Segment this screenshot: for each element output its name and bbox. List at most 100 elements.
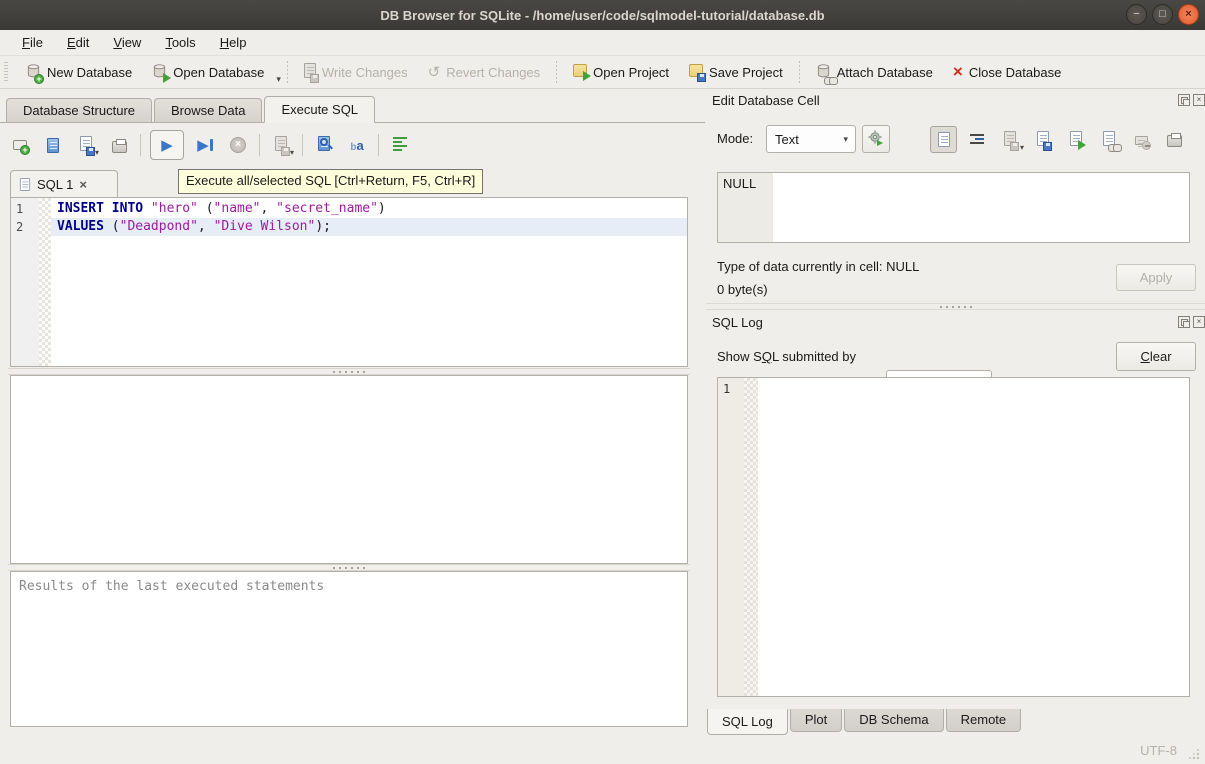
code-area[interactable]: INSERT INTO "hero" ("name", "secret_name…: [51, 198, 687, 366]
minimize-icon[interactable]: −: [1126, 4, 1147, 25]
resize-grip[interactable]: [1189, 749, 1199, 759]
new-database-icon: +: [26, 63, 41, 82]
tab-database-structure[interactable]: Database Structure: [6, 98, 152, 122]
main-toolbar: + New Database Open Database ▾ Write Cha…: [0, 56, 1205, 89]
menu-help[interactable]: Help: [208, 30, 259, 55]
tab-remote[interactable]: Remote: [946, 709, 1022, 732]
sql-log-header: SQL Log: [712, 315, 1192, 333]
find-icon: [318, 136, 330, 154]
toolbar-handle[interactable]: [4, 62, 8, 82]
find-button[interactable]: [312, 132, 336, 158]
import-icon: [1004, 131, 1016, 149]
maximize-icon[interactable]: □: [1152, 4, 1173, 25]
new-sql-tab-button[interactable]: +: [8, 132, 32, 158]
tab-sql-log[interactable]: SQL Log: [707, 709, 788, 735]
dock-float-icon[interactable]: [1178, 94, 1190, 106]
splitter-handle[interactable]: [706, 303, 1205, 310]
show-sql-label: Show SQL submitted by: [717, 349, 856, 364]
tab-browse-data[interactable]: Browse Data: [154, 98, 262, 122]
print-sql-button[interactable]: [107, 132, 131, 158]
sql-log-view[interactable]: 1: [717, 377, 1190, 697]
mode-select[interactable]: Text ▾: [766, 125, 856, 153]
clear-log-button[interactable]: Clear: [1116, 342, 1196, 371]
open-database-dropdown-icon[interactable]: ▾: [276, 74, 281, 88]
cell-editor-toolbar: ▾: [930, 126, 1188, 153]
dock-close-icon[interactable]: ×: [1193, 94, 1205, 106]
line-number: 2: [16, 218, 39, 236]
results-message-pane[interactable]: Results of the last executed statements: [10, 571, 688, 727]
sql-log-dock-buttons: ×: [1178, 316, 1205, 328]
menu-view[interactable]: View: [101, 30, 153, 55]
text-document-icon: [938, 132, 950, 147]
menu-bar: File Edit View Tools Help: [0, 30, 1205, 56]
open-in-app-button[interactable]: [1062, 126, 1089, 153]
tab-close-icon[interactable]: ×: [79, 177, 87, 192]
new-database-button[interactable]: + New Database: [16, 58, 142, 86]
tab-db-schema[interactable]: DB Schema: [844, 709, 943, 732]
toolbar-separator: [287, 61, 288, 83]
toolbar-separator: [140, 134, 141, 156]
bottom-tab-bar: SQL Log Plot DB Schema Remote: [707, 709, 1021, 735]
save-sql-dropdown-icon[interactable]: ▾: [95, 148, 99, 157]
save-project-icon: [689, 64, 703, 80]
menu-edit[interactable]: Edit: [55, 30, 101, 55]
sql-file-tab-label: SQL 1: [37, 177, 73, 192]
edit-cell-header: Edit Database Cell: [712, 93, 1192, 111]
dock-float-icon[interactable]: [1178, 316, 1190, 328]
copy-link-button[interactable]: [1095, 126, 1122, 153]
save-sql-file-button[interactable]: ▾: [74, 132, 98, 158]
open-sql-file-button[interactable]: [41, 132, 65, 158]
format-icon: [393, 137, 407, 153]
attach-database-icon: [816, 63, 831, 82]
open-project-button[interactable]: Open Project: [563, 58, 679, 86]
results-grid-pane[interactable]: [10, 375, 688, 564]
word-wrap-icon: [970, 134, 984, 146]
toolbar-separator: [259, 134, 260, 156]
close-icon[interactable]: ×: [1178, 4, 1199, 25]
cell-value-editor[interactable]: NULL: [717, 172, 1190, 243]
code-line-current: VALUES ("Deadpond", "Dive Wilson");: [51, 218, 687, 236]
close-database-button[interactable]: × Close Database: [943, 58, 1071, 86]
dock-close-icon[interactable]: ×: [1193, 316, 1205, 328]
tooltip: Execute all/selected SQL [Ctrl+Return, F…: [178, 169, 483, 194]
menu-file[interactable]: File: [10, 30, 55, 55]
save-as-icon: [1037, 131, 1049, 149]
tab-execute-sql[interactable]: Execute SQL: [264, 96, 375, 123]
title-bar: DB Browser for SQLite - /home/user/code/…: [0, 0, 1205, 30]
gear-import-icon: [868, 130, 884, 149]
attach-database-button[interactable]: Attach Database: [806, 58, 943, 86]
save-results-button: ▾: [269, 132, 293, 158]
fold-margin: [39, 198, 51, 366]
execute-line-icon: ▶: [197, 138, 209, 153]
word-wrap-button[interactable]: [963, 126, 990, 153]
open-external-icon: [1070, 131, 1082, 149]
export-data-button[interactable]: [1029, 126, 1056, 153]
splitter-handle[interactable]: [8, 564, 690, 571]
autocomplete-button[interactable]: ba: [345, 132, 369, 158]
splitter-handle[interactable]: [8, 368, 690, 375]
execute-line-button[interactable]: ▶: [193, 132, 217, 158]
toolbar-separator: [302, 134, 303, 156]
save-results-dropdown-icon: ▾: [290, 148, 294, 157]
close-database-icon: ×: [953, 64, 963, 80]
log-fold-margin: [744, 378, 758, 696]
cell-editor-content[interactable]: [773, 173, 1189, 242]
log-content[interactable]: [758, 378, 1189, 696]
execute-all-button[interactable]: ▶: [150, 130, 184, 160]
print-cell-button[interactable]: [1161, 126, 1188, 153]
sql-file-tab[interactable]: SQL 1 ×: [10, 170, 118, 197]
revert-changes-button: ↺ Revert Changes: [418, 58, 551, 86]
text-mode-button[interactable]: [930, 126, 957, 153]
sql-code-editor[interactable]: 1 2 INSERT INTO "hero" ("name", "secret_…: [10, 197, 688, 367]
window-controls: − □ ×: [1126, 4, 1199, 25]
sql-log-title: SQL Log: [712, 315, 763, 330]
edit-cell-title: Edit Database Cell: [712, 93, 820, 108]
encoding-status: UTF-8: [1140, 743, 1177, 758]
sql-toolbar: + ▾ ▶ ▶ × ▾ ba: [8, 128, 412, 162]
format-sql-button[interactable]: [388, 132, 412, 158]
tab-plot[interactable]: Plot: [790, 709, 842, 732]
apply-data-type-button[interactable]: [862, 125, 890, 153]
save-project-button[interactable]: Save Project: [679, 58, 793, 86]
menu-tools[interactable]: Tools: [153, 30, 207, 55]
open-database-button[interactable]: Open Database: [142, 58, 274, 86]
